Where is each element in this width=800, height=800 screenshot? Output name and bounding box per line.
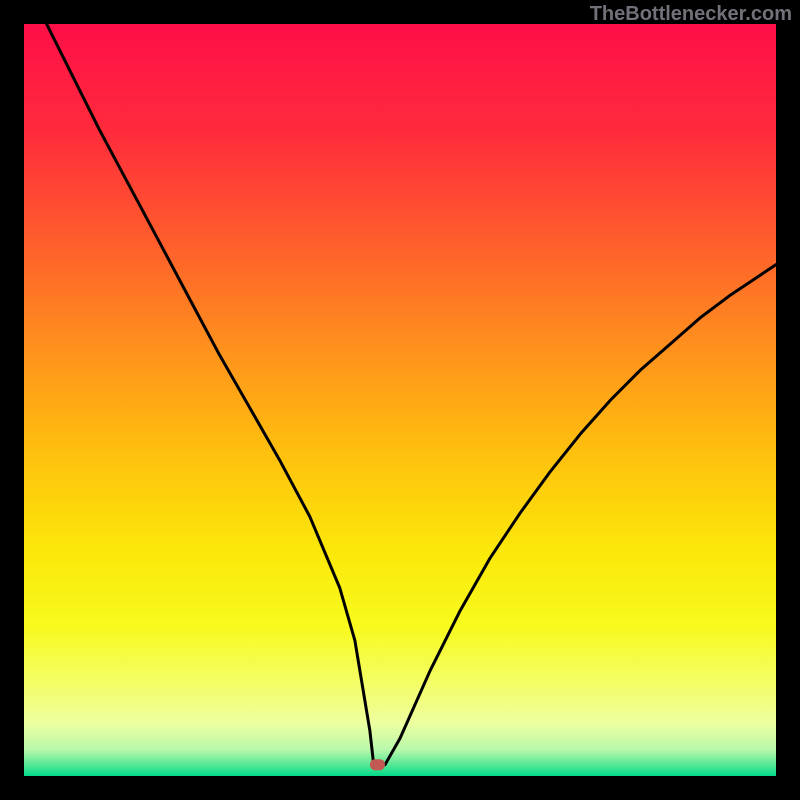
watermark-text: TheBottlenecker.com — [590, 3, 792, 25]
bottleneck-chart: TheBottlenecker.com — [0, 0, 800, 800]
plot-background — [24, 24, 776, 776]
optimal-point-marker — [370, 759, 385, 770]
chart-canvas: TheBottlenecker.com — [0, 0, 800, 800]
